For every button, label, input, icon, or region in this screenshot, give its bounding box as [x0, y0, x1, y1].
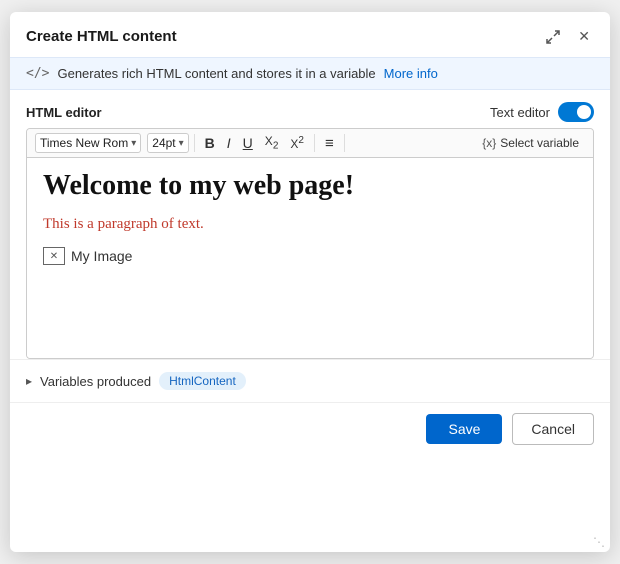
- variable-icon: {x}: [482, 136, 496, 150]
- font-size-value: 24pt: [152, 136, 175, 150]
- variable-badge: HtmlContent: [159, 372, 246, 390]
- content-area[interactable]: Welcome to my web page! This is a paragr…: [27, 158, 593, 358]
- select-variable-button[interactable]: {x} Select variable: [476, 134, 585, 152]
- underline-button[interactable]: U: [238, 134, 258, 152]
- cancel-button[interactable]: Cancel: [512, 413, 594, 445]
- save-button[interactable]: Save: [426, 414, 502, 444]
- select-variable-label: Select variable: [500, 136, 579, 150]
- font-family-select[interactable]: Times New Rom ▾: [35, 133, 141, 153]
- info-banner: </> Generates rich HTML content and stor…: [10, 57, 610, 90]
- text-editor-label: Text editor: [490, 105, 550, 120]
- dialog-footer: Save Cancel: [10, 402, 610, 459]
- content-paragraph: This is a paragraph of text.: [43, 216, 577, 233]
- code-icon: </>: [26, 66, 49, 81]
- resize-handle: ⋱: [593, 535, 605, 549]
- content-image-row: My Image: [43, 247, 577, 265]
- font-family-value: Times New Rom: [40, 136, 128, 150]
- align-button[interactable]: ≡: [320, 134, 339, 153]
- close-button[interactable]: ✕: [574, 26, 594, 47]
- italic-button[interactable]: I: [222, 134, 236, 152]
- header-actions: ✕: [542, 26, 594, 47]
- superscript-button[interactable]: X2: [285, 134, 309, 152]
- variables-label: Variables produced: [40, 374, 151, 389]
- banner-text: Generates rich HTML content and stores i…: [57, 66, 375, 81]
- font-size-select[interactable]: 24pt ▾: [147, 133, 188, 153]
- html-editor-label: HTML editor: [26, 105, 102, 120]
- text-editor-toggle[interactable]: [558, 102, 594, 122]
- editor-area: Times New Rom ▾ 24pt ▾ B I U X2 X2 ≡ {x}…: [26, 128, 594, 359]
- close-icon: ✕: [578, 28, 590, 45]
- image-label: My Image: [71, 248, 132, 264]
- divider-2: [314, 134, 315, 152]
- dialog-title: Create HTML content: [26, 28, 177, 45]
- dialog: Create HTML content ✕ </> Generates rich…: [10, 12, 610, 552]
- content-heading: Welcome to my web page!: [43, 170, 577, 202]
- divider-1: [194, 134, 195, 152]
- bold-button[interactable]: B: [200, 134, 220, 152]
- dialog-header: Create HTML content ✕: [10, 12, 610, 57]
- font-size-chevron: ▾: [179, 138, 184, 149]
- divider-3: [344, 134, 345, 152]
- text-editor-toggle-row: Text editor: [490, 102, 594, 122]
- font-family-chevron: ▾: [131, 138, 136, 149]
- variables-row[interactable]: ▸ Variables produced HtmlContent: [10, 359, 610, 402]
- variables-chevron: ▸: [26, 374, 32, 388]
- section-label-row: HTML editor Text editor: [10, 90, 610, 128]
- toolbar: Times New Rom ▾ 24pt ▾ B I U X2 X2 ≡ {x}…: [27, 129, 593, 158]
- more-info-link[interactable]: More info: [384, 66, 438, 81]
- expand-button[interactable]: [542, 28, 564, 46]
- subscript-button[interactable]: X2: [260, 133, 284, 153]
- image-placeholder: [43, 247, 65, 265]
